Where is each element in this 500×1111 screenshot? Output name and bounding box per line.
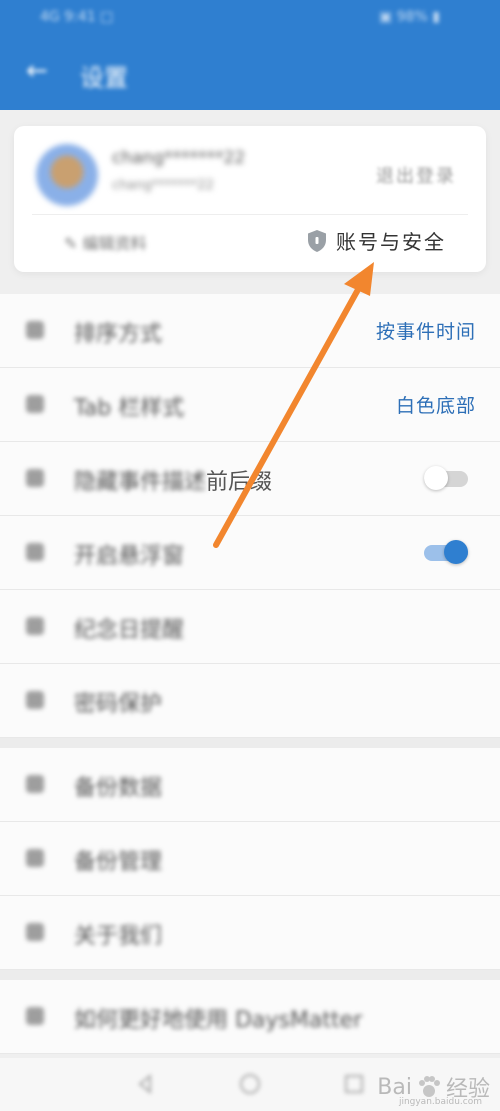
sort-icon bbox=[26, 321, 44, 339]
setting-row-sort[interactable]: 排序方式 按事件时间 bbox=[0, 294, 500, 368]
setting-row-backup-manage[interactable]: 备份管理 bbox=[0, 822, 500, 896]
baidu-jingyan-watermark: Bai 经验 jingyan.baidu.com bbox=[377, 1071, 490, 1108]
settings-section-display: 排序方式 按事件时间 Tab 栏样式 白色底部 隐藏事件描述前后缀 开启悬浮窗 bbox=[0, 294, 500, 738]
setting-label: 如何更好地使用 DaysMatter bbox=[74, 1008, 363, 1033]
backup-icon bbox=[26, 775, 44, 793]
setting-label: 备份管理 bbox=[74, 850, 163, 875]
setting-value: 白色底部 bbox=[395, 395, 476, 417]
arrow-left-icon[interactable]: ← bbox=[26, 56, 48, 86]
key-icon bbox=[26, 691, 44, 709]
section-divider bbox=[0, 738, 500, 748]
setting-row-backup[interactable]: 备份数据 bbox=[0, 748, 500, 822]
avatar[interactable] bbox=[36, 144, 98, 206]
floating-window-icon bbox=[26, 543, 44, 561]
page-title: 设置 bbox=[80, 64, 128, 92]
card-divider bbox=[32, 214, 468, 215]
setting-label: 纪念日提醒 bbox=[74, 618, 185, 643]
section-divider bbox=[0, 970, 500, 980]
help-icon bbox=[26, 1007, 44, 1025]
settings-section-help: 如何更好地使用 DaysMatter bbox=[0, 980, 500, 1054]
logout-button[interactable]: 退出登录 bbox=[376, 162, 456, 188]
affix-toggle[interactable] bbox=[424, 466, 468, 490]
folder-icon bbox=[26, 849, 44, 867]
watermark-brand: Bai bbox=[377, 1074, 412, 1100]
setting-row-password[interactable]: 密码保护 bbox=[0, 664, 500, 738]
nav-home-icon[interactable] bbox=[238, 1072, 262, 1096]
account-security-button[interactable]: 账号与安全 bbox=[306, 226, 446, 255]
toggle-knob bbox=[424, 466, 448, 490]
user-subtitle: chang*******22 bbox=[112, 178, 214, 193]
setting-label: 密码保护 bbox=[74, 692, 163, 717]
status-right: ▣ 98% ▮ bbox=[379, 9, 440, 25]
app-bar: ← 设置 bbox=[0, 40, 500, 110]
shield-icon bbox=[308, 229, 326, 252]
info-icon bbox=[26, 923, 44, 941]
status-bar: 4G 9:41 □ ▣ 98% ▮ bbox=[0, 0, 500, 40]
settings-list: 排序方式 按事件时间 Tab 栏样式 白色底部 隐藏事件描述前后缀 开启悬浮窗 bbox=[0, 294, 500, 1054]
setting-label: 开启悬浮窗 bbox=[74, 544, 185, 569]
toggle-knob bbox=[444, 540, 468, 564]
setting-label: Tab 栏样式 bbox=[74, 396, 185, 421]
setting-row-anniversary[interactable]: 纪念日提醒 bbox=[0, 590, 500, 664]
setting-value: 按事件时间 bbox=[375, 321, 476, 343]
tab-style-icon bbox=[26, 395, 44, 413]
nav-recents-icon[interactable] bbox=[342, 1072, 366, 1096]
setting-label-clear: 前后缀 bbox=[206, 470, 273, 495]
affix-icon bbox=[26, 469, 44, 487]
floating-window-toggle[interactable] bbox=[424, 540, 468, 564]
account-card: chang*******22 chang*******22 退出登录 ✎ 编辑资… bbox=[14, 126, 486, 272]
setting-row-tips[interactable]: 如何更好地使用 DaysMatter bbox=[0, 980, 500, 1054]
setting-row-about[interactable]: 关于我们 bbox=[0, 896, 500, 970]
setting-label: 排序方式 bbox=[74, 322, 163, 347]
bell-icon bbox=[26, 617, 44, 635]
setting-row-floating-window[interactable]: 开启悬浮窗 bbox=[0, 516, 500, 590]
user-name: chang*******22 bbox=[112, 148, 246, 168]
setting-row-tab-style[interactable]: Tab 栏样式 白色底部 bbox=[0, 368, 500, 442]
nav-back-icon[interactable] bbox=[134, 1072, 158, 1096]
setting-row-affix[interactable]: 隐藏事件描述前后缀 bbox=[0, 442, 500, 516]
settings-section-data: 备份数据 备份管理 关于我们 bbox=[0, 748, 500, 970]
setting-label: 隐藏事件描述前后缀 bbox=[74, 464, 272, 496]
setting-label: 备份数据 bbox=[74, 776, 163, 801]
edit-profile-button[interactable]: ✎ 编辑资料 bbox=[64, 230, 147, 254]
setting-label: 关于我们 bbox=[74, 924, 163, 949]
account-security-label: 账号与安全 bbox=[336, 230, 446, 254]
edit-profile-label: 编辑资料 bbox=[82, 234, 147, 253]
status-left: 4G 9:41 □ bbox=[40, 9, 114, 25]
setting-label-blurred: 隐藏事件描述 bbox=[74, 470, 207, 495]
watermark-url: jingyan.baidu.com bbox=[398, 1097, 482, 1107]
